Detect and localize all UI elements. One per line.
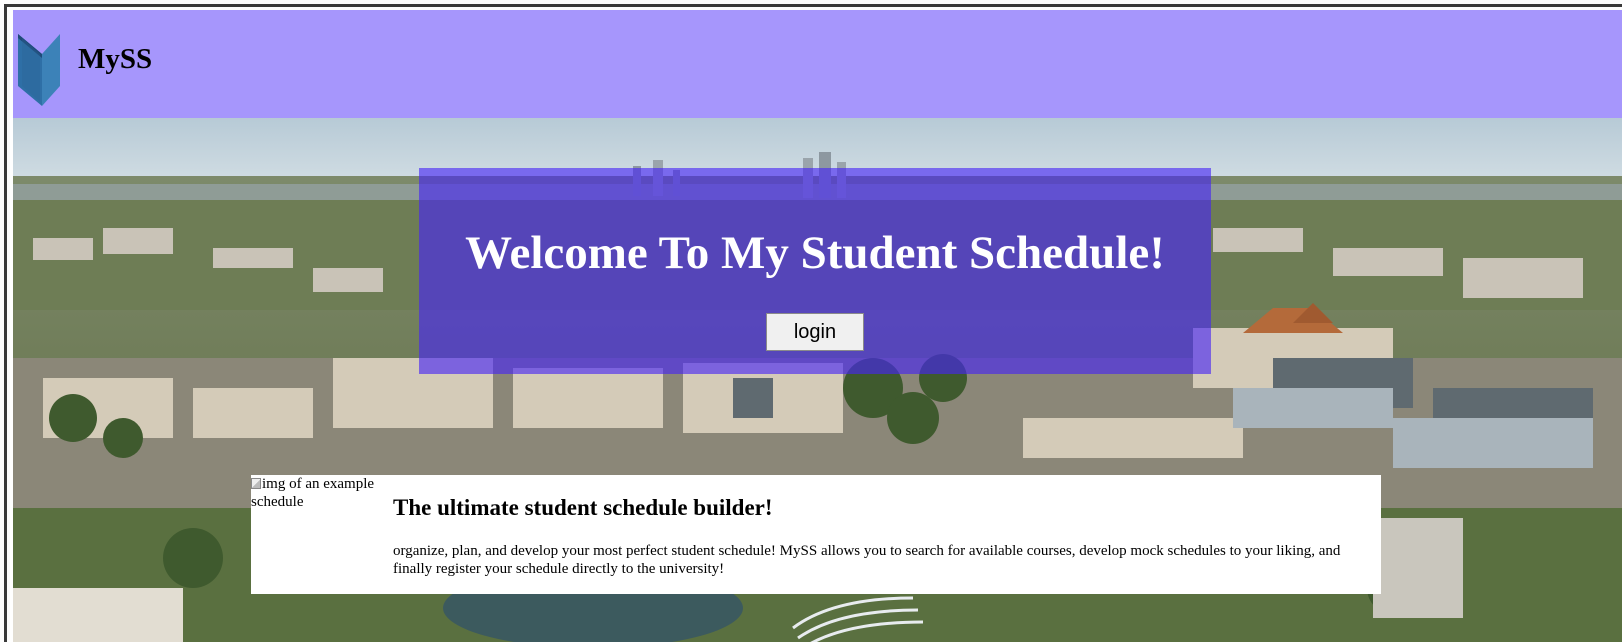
info-card: img of an example schedule The ultimate … bbox=[251, 475, 1381, 594]
image-alt-text: img of an example schedule bbox=[251, 476, 375, 510]
card-title: The ultimate student schedule builder! bbox=[393, 495, 773, 520]
schedule-preview-image: img of an example schedule bbox=[251, 475, 391, 525]
welcome-panel: Welcome To My Student Schedule! login bbox=[419, 168, 1211, 374]
welcome-title: Welcome To My Student Schedule! bbox=[465, 227, 1165, 279]
book-icon bbox=[18, 34, 60, 106]
login-button[interactable]: login bbox=[766, 313, 864, 351]
brand-name[interactable]: MySS bbox=[78, 45, 152, 74]
broken-image-icon bbox=[251, 478, 261, 489]
browser-viewport: MySS Welcome To My Student Schedule! log… bbox=[0, 0, 1622, 642]
site-header: MySS bbox=[13, 10, 1622, 118]
card-description: organize, plan, and develop your most pe… bbox=[393, 543, 1341, 577]
